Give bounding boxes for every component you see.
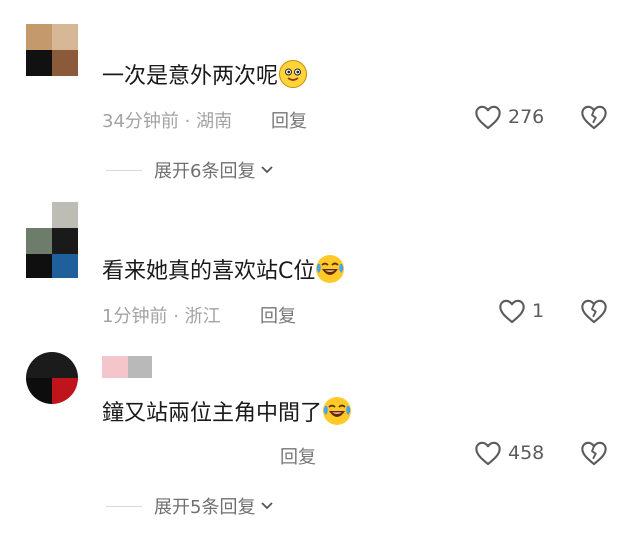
comment-time: 1分钟前 [102,306,168,327]
expand-replies-button[interactable]: 展开6条回复 [106,157,274,183]
heart-icon [475,441,501,466]
broken-heart-icon [581,441,607,466]
comment-text: 一次是意外两次呢 [102,60,308,92]
comment-meta: 1分钟前 · 浙江 [102,302,221,328]
comment-text: 看来她真的喜欢站C位 [102,255,345,287]
broken-heart-icon [581,105,607,130]
dislike-button[interactable] [580,298,608,328]
crying-laughing-emoji [316,255,345,283]
heart-icon [499,299,525,324]
comment-location: 湖南 [196,111,233,132]
avatar-pixel [52,254,78,278]
like-button[interactable]: 276 [474,104,544,130]
meta-separator: · [184,111,197,132]
avatar-pixel [52,228,78,254]
avatar-pixel [52,50,78,76]
avatar-pixel [52,202,78,228]
blur-block [102,356,128,378]
meta-separator: · [173,306,185,327]
chevron-down-icon [261,502,274,510]
avatar[interactable] [26,352,78,404]
divider-line [106,169,142,171]
comment-body: 一次是意外两次呢 [102,64,279,89]
dislike-button[interactable] [580,440,608,470]
avatar-pixel [52,24,78,50]
like-count: 458 [508,442,545,464]
reply-button[interactable]: 回复 [260,302,296,328]
like-button[interactable]: 458 [474,440,544,466]
avatar-pixel [52,378,78,404]
heart-icon [475,105,501,130]
comment-body: 鐘又站兩位主角中間了 [102,401,323,426]
avatar-pixel [26,352,78,378]
avatar-pixel [26,228,52,254]
like-button[interactable]: 1 [498,298,544,324]
expand-replies-label: 展开5条回复 [154,497,256,518]
like-count: 1 [532,300,545,322]
avatar-pixel [26,50,52,76]
username-blurred[interactable] [102,356,152,378]
comment-text: 鐘又站兩位主角中間了 [102,397,352,429]
dislike-button[interactable] [580,104,608,134]
avatar-pixel [26,254,52,278]
reply-button[interactable]: 回复 [280,443,316,469]
comment-body: 看来她真的喜欢站C位 [102,259,316,284]
divider-line [106,505,142,507]
chevron-down-icon [261,166,274,174]
like-count: 276 [508,106,545,128]
smiling-face-emoji [279,60,308,88]
comment-meta: 34分钟前 · 湖南 [102,107,232,133]
avatar-pixel [26,378,52,404]
broken-heart-icon [581,299,607,324]
avatar[interactable] [26,202,78,278]
avatar-pixel [26,24,52,50]
comment-location: 浙江 [184,306,221,327]
expand-replies-button[interactable]: 展开5条回复 [106,493,274,519]
expand-replies-label: 展开6条回复 [154,161,256,182]
avatar[interactable] [26,24,78,76]
crying-laughing-emoji [323,397,352,425]
comment-time: 34分钟前 [102,111,179,132]
reply-button[interactable]: 回复 [271,107,307,133]
blur-block [128,356,152,378]
